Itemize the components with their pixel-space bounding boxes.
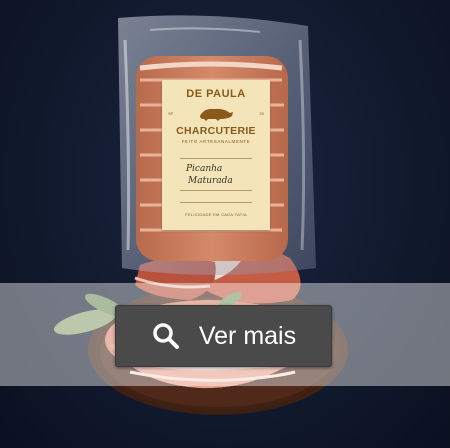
brand-tagline: FEITO ARTESANALMENTE — [181, 139, 251, 144]
brand-name-main: CHARCUTERIE — [176, 125, 256, 137]
label-divider — [180, 158, 252, 159]
product-name-line1: Picanha — [186, 164, 223, 174]
label-divider — [180, 190, 252, 191]
product-name-line2: Maturada — [188, 176, 233, 186]
brand-sp: SP — [168, 111, 174, 116]
see-more-label: Ver mais — [198, 321, 297, 350]
boar-logo-icon — [200, 108, 233, 121]
see-more-button[interactable]: Ver mais — [115, 305, 332, 367]
label-footer: FELICIDADE EM CADA FATIA — [185, 212, 247, 217]
label-divider — [180, 202, 252, 203]
search-icon — [151, 321, 181, 351]
brand-name-top: DE PAULA — [186, 88, 246, 100]
product-photo-scene: DE PAULA SP 20 CHARCUTERIE FEITO ARTESAN… — [0, 0, 450, 448]
product-label: DE PAULA SP 20 CHARCUTERIE FEITO ARTESAN… — [162, 80, 270, 230]
brand-year: 20 — [259, 111, 264, 116]
